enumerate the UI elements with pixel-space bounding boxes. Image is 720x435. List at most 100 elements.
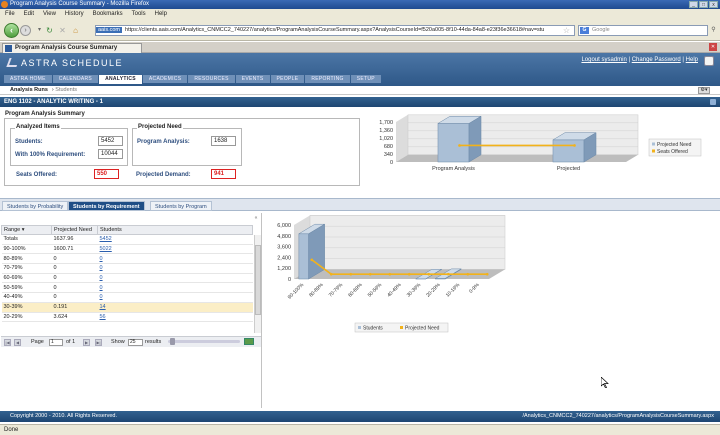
- home-icon[interactable]: ⌂: [71, 26, 80, 35]
- students-link[interactable]: 0: [100, 256, 103, 262]
- page-favicon-icon: [5, 45, 12, 52]
- projected-demand-value: 941: [211, 169, 236, 179]
- table-row[interactable]: 30-39% 0.191 14: [1, 302, 253, 313]
- menu-view[interactable]: View: [43, 9, 56, 20]
- legend-label: Seats Offered: [657, 149, 688, 155]
- close-tab-icon[interactable]: ✕: [709, 43, 717, 51]
- maximize-button[interactable]: □: [699, 1, 708, 8]
- table-row[interactable]: 40-49% 0 0: [1, 292, 253, 303]
- grid-scrollbar[interactable]: [254, 235, 261, 333]
- first-page-icon[interactable]: |◀: [4, 339, 11, 346]
- address-bar[interactable]: aais.com https://clients.aais.com/Analyti…: [95, 25, 575, 36]
- menu-bookmarks[interactable]: Bookmarks: [93, 9, 123, 20]
- tab-academics[interactable]: ACADEMICS: [142, 75, 188, 83]
- table-row[interactable]: 70-79% 0 0: [1, 263, 253, 274]
- range-cell: 80-89%: [1, 253, 52, 265]
- page-input[interactable]: 1: [49, 339, 63, 346]
- column-header-students[interactable]: Students: [97, 225, 253, 235]
- prev-page-icon[interactable]: ◀: [14, 339, 21, 346]
- search-box[interactable]: G Google: [578, 25, 708, 36]
- last-page-icon[interactable]: ▶|: [95, 339, 102, 346]
- series-point: [466, 272, 470, 276]
- stop-icon[interactable]: ✕: [58, 26, 67, 35]
- browser-tab[interactable]: Program Analysis Course Summary: [2, 43, 142, 53]
- range-cell: 60-69%: [1, 273, 52, 284]
- back-button[interactable]: ‹: [4, 23, 19, 38]
- students-cell: 0: [97, 263, 253, 274]
- students-link[interactable]: 0: [100, 265, 103, 271]
- page-size-select[interactable]: 25: [128, 339, 143, 346]
- minimize-button[interactable]: _: [689, 1, 698, 8]
- tab-people[interactable]: PEOPLE: [270, 75, 305, 83]
- status-bar: Done: [0, 424, 720, 435]
- logout-link[interactable]: Logout sysadmin: [581, 57, 626, 63]
- status-text: Done: [4, 427, 19, 433]
- tab-students-by-probability[interactable]: Students by Probability: [2, 201, 69, 211]
- menu-tools[interactable]: Tools: [132, 9, 146, 20]
- tab-astra-home[interactable]: ASTRA HOME: [4, 75, 52, 83]
- site-identity-badge[interactable]: aais.com: [96, 27, 123, 33]
- gear-icon[interactable]: ⚙▾: [698, 87, 710, 94]
- show-label: Show: [111, 339, 125, 345]
- projected-need-cell: 0: [51, 253, 98, 265]
- app-header: ASTRA SCHEDULE Logout sysadmin | Change …: [0, 53, 720, 89]
- footer-path: /Analytics_CNMCC2_740227/analytics/Progr…: [522, 413, 714, 419]
- tab-calendars[interactable]: CALENDARS: [52, 75, 99, 83]
- students-link[interactable]: 56: [100, 314, 106, 320]
- table-row[interactable]: 50-59% 0 0: [1, 282, 253, 294]
- history-dropdown-icon[interactable]: ▾: [35, 26, 44, 35]
- tab-setup[interactable]: SETUP: [350, 75, 381, 83]
- tab-students-by-program[interactable]: Students by Program: [150, 201, 212, 211]
- next-page-icon[interactable]: ▶: [83, 339, 90, 346]
- table-row[interactable]: 80-89% 0 0: [1, 253, 253, 265]
- forward-button[interactable]: ›: [20, 25, 31, 36]
- tab-reporting[interactable]: REPORTING: [305, 75, 350, 83]
- with-requirement-value: 10044: [98, 149, 123, 159]
- students-link[interactable]: 5452: [100, 236, 112, 242]
- students-link[interactable]: 0: [100, 294, 103, 300]
- tab-events[interactable]: EVENTS: [235, 75, 270, 83]
- students-label: Students:: [15, 139, 43, 145]
- tab-students-by-requirement[interactable]: Students by Requirement: [68, 201, 145, 211]
- brand-name: ASTRA SCHEDULE: [21, 58, 124, 68]
- menu-help[interactable]: Help: [155, 9, 167, 20]
- series-point: [310, 258, 314, 262]
- table-row[interactable]: 90-100% 1600.71 5022: [1, 244, 253, 255]
- table-row[interactable]: 60-69% 0 0: [1, 273, 253, 284]
- menu-file[interactable]: File: [5, 9, 15, 20]
- breadcrumb-analysis-runs[interactable]: Analysis Runs: [10, 87, 48, 93]
- breadcrumb-students[interactable]: Students: [55, 87, 77, 93]
- pager-slider-track[interactable]: [168, 340, 240, 343]
- change-password-link[interactable]: Change Password: [632, 57, 681, 63]
- search-magnifier-icon[interactable]: ⚲: [709, 26, 718, 35]
- projected-need-cell: 0: [51, 263, 98, 274]
- chart-side-wall: [396, 114, 408, 162]
- tab-resources[interactable]: RESOURCES: [188, 75, 235, 83]
- column-header-projected-need[interactable]: Projected Need: [51, 225, 98, 235]
- column-header-range[interactable]: Range ▾: [1, 225, 52, 235]
- help-link[interactable]: Help: [686, 57, 698, 63]
- close-button[interactable]: x: [709, 1, 718, 8]
- collapse-panel-icon[interactable]: «: [252, 215, 260, 221]
- pager-slider-handle[interactable]: [170, 338, 175, 345]
- table-row[interactable]: 20-29% 3.624 56: [1, 312, 253, 323]
- students-link[interactable]: 0: [100, 285, 103, 291]
- reload-icon[interactable]: ↻: [45, 26, 54, 35]
- projected-need-cell: 3.624: [51, 312, 98, 323]
- students-link[interactable]: 0: [100, 275, 103, 281]
- students-cell: 56: [97, 312, 253, 323]
- students-link[interactable]: 14: [100, 304, 106, 310]
- collapse-icon[interactable]: [710, 99, 716, 105]
- grid-body: Totals 1637.96 5452 90-100% 1600.71 5022 80-89…: [1, 234, 253, 323]
- table-row[interactable]: Totals 1637.96 5452: [1, 234, 253, 245]
- students-link[interactable]: 5022: [100, 246, 112, 252]
- tab-analytics[interactable]: ANALYTICS: [99, 75, 142, 84]
- export-excel-icon[interactable]: [244, 338, 254, 345]
- menu-edit[interactable]: Edit: [24, 9, 34, 20]
- menu-history[interactable]: History: [65, 9, 84, 20]
- bookmark-star-icon[interactable]: ☆: [562, 26, 571, 35]
- scrollbar-thumb[interactable]: [255, 245, 261, 315]
- x-tick-label: 0-9%: [468, 282, 481, 295]
- x-tick-label: 60-69%: [347, 282, 364, 299]
- user-profile-icon[interactable]: [704, 56, 714, 66]
